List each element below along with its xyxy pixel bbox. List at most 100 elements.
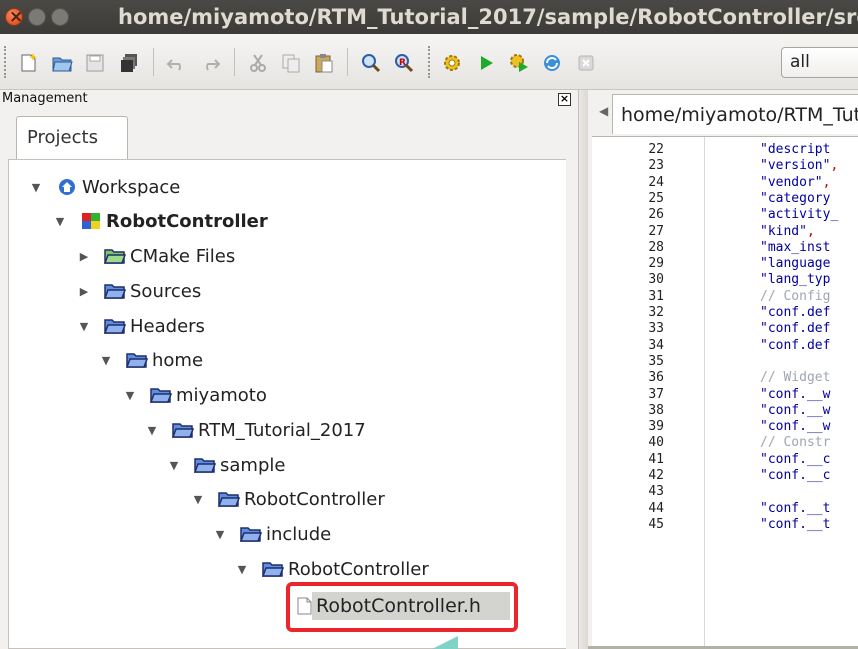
find-replace-icon: R (395, 54, 414, 73)
code-line: "conf.def (760, 321, 831, 336)
tree-node-project[interactable]: ▼ RobotController (54, 206, 268, 236)
collapse-arrow-icon[interactable]: ▼ (236, 563, 248, 576)
line-number: 36 (648, 370, 664, 385)
tree-node-home[interactable]: ▼ home (100, 345, 203, 375)
window-maximize-button[interactable] (51, 8, 69, 26)
tree-node-workspace[interactable]: ▼ Workspace (30, 172, 181, 202)
save-all-button[interactable] (117, 51, 141, 75)
redo-button[interactable] (198, 51, 222, 75)
collapse-arrow-icon[interactable]: ▼ (214, 528, 226, 541)
code-line: "version", (760, 158, 839, 173)
tree-node-label: RobotController (244, 488, 385, 510)
save-button[interactable] (83, 51, 107, 75)
build-and-run-button[interactable] (507, 51, 531, 75)
folder-icon (262, 560, 284, 578)
rebuild-button[interactable] (540, 51, 564, 75)
toolbar-grip[interactable] (4, 46, 7, 78)
line-number: 31 (648, 289, 664, 304)
abort-button[interactable] (574, 51, 598, 75)
line-number: 43 (648, 484, 664, 499)
gear-icon (444, 55, 460, 71)
code-line: "conf.__w (760, 403, 831, 418)
code-line: "lang_typ (760, 272, 831, 287)
annotation-arrow-icon (432, 636, 458, 649)
tree-node-robotcontroller-dir[interactable]: ▼ RobotController (192, 484, 385, 514)
tree-node-robotcontroller-include[interactable]: ▼ RobotController (236, 554, 429, 584)
tree-node-cmake-files[interactable]: ▶ CMake Files (78, 241, 235, 271)
line-number: 44 (648, 501, 664, 516)
collapse-arrow-icon[interactable]: ▼ (168, 459, 180, 472)
code-line: "activity_ (760, 207, 839, 222)
collapse-arrow-icon[interactable]: ▼ (30, 181, 42, 194)
tab-projects[interactable]: Projects (16, 116, 128, 160)
find-button[interactable] (359, 51, 383, 75)
pane-splitter[interactable] (578, 90, 588, 649)
close-panel-icon[interactable]: × (558, 93, 571, 106)
open-file-button[interactable] (50, 51, 74, 75)
code-line: "vendor", (760, 175, 831, 190)
folder-icon (104, 282, 126, 300)
expand-arrow-icon[interactable]: ▶ (78, 285, 90, 298)
undo-button[interactable] (165, 51, 189, 75)
collapse-arrow-icon[interactable]: ▼ (192, 493, 204, 506)
code-line: "conf.def (760, 305, 831, 320)
tree-node-sample[interactable]: ▼ sample (168, 450, 286, 480)
tree-node-miyamoto[interactable]: ▼ miyamoto (124, 380, 267, 410)
line-number: 42 (648, 468, 664, 483)
tree-node-label: include (266, 523, 332, 545)
code-line: "max_inst (760, 240, 831, 255)
new-file-button[interactable] (16, 51, 40, 75)
run-button[interactable] (474, 51, 498, 75)
tree-node-label: RTM_Tutorial_2017 (198, 419, 366, 441)
tree-node-label: RobotController (288, 558, 429, 580)
line-number: 29 (648, 256, 664, 271)
play-icon (481, 56, 493, 70)
code-line: "conf.__w (760, 387, 831, 402)
folder-icon (150, 386, 172, 404)
line-number: 34 (648, 338, 664, 353)
scissors-icon (250, 54, 266, 72)
tree-node-headers[interactable]: ▼ Headers (78, 311, 205, 341)
window-close-button[interactable] (5, 0, 23, 34)
tree-node-sources[interactable]: ▶ Sources (78, 276, 201, 306)
code-line: "conf.__t (760, 517, 831, 532)
code-line: "kind", (760, 224, 815, 239)
folder-icon (218, 490, 240, 508)
collapse-arrow-icon[interactable]: ▼ (124, 389, 136, 402)
toolbar-grip[interactable] (428, 46, 431, 78)
expand-arrow-icon[interactable]: ▶ (78, 250, 90, 263)
collapse-arrow-icon[interactable]: ▼ (146, 424, 158, 437)
tree-node-label: RobotController (106, 210, 268, 232)
copy-icon (282, 54, 300, 73)
title-bar: home/miyamoto/RTM_Tutorial_2017/sample/R… (0, 0, 858, 34)
tree-node-include[interactable]: ▼ include (214, 519, 331, 549)
copy-button[interactable] (279, 51, 303, 75)
cut-button[interactable] (246, 51, 270, 75)
build-button[interactable] (440, 51, 464, 75)
code-line: "language (760, 256, 831, 271)
line-number: 37 (648, 387, 664, 402)
code-line: // Config (760, 289, 831, 304)
collapse-arrow-icon[interactable]: ▼ (100, 354, 112, 367)
code-line: // Constr (760, 435, 831, 450)
paste-button[interactable] (312, 51, 336, 75)
editor-tab[interactable]: home/miyamoto/RTM_Tutorial_2017/sample/R… (612, 94, 858, 134)
management-title: Management (2, 91, 88, 106)
line-number: 24 (648, 175, 664, 190)
replace-button[interactable]: R (392, 51, 416, 75)
line-number: 38 (648, 403, 664, 418)
line-number: 30 (648, 272, 664, 287)
open-folder-icon (52, 57, 73, 72)
collapse-arrow-icon[interactable]: ▼ (54, 215, 66, 228)
tab-scroll-left-icon[interactable]: ◀ (599, 104, 608, 118)
line-number: 27 (648, 224, 664, 239)
selection-highlight-box (286, 582, 518, 632)
line-number: 33 (648, 321, 664, 336)
collapse-arrow-icon[interactable]: ▼ (78, 320, 90, 333)
tree-scrollbar[interactable] (566, 159, 578, 649)
tree-node-rtm-tutorial[interactable]: ▼ RTM_Tutorial_2017 (146, 415, 366, 445)
build-target-select[interactable]: all (781, 47, 858, 78)
window-minimize-button[interactable] (28, 8, 46, 26)
new-file-icon (21, 53, 37, 72)
abort-icon (578, 55, 594, 71)
